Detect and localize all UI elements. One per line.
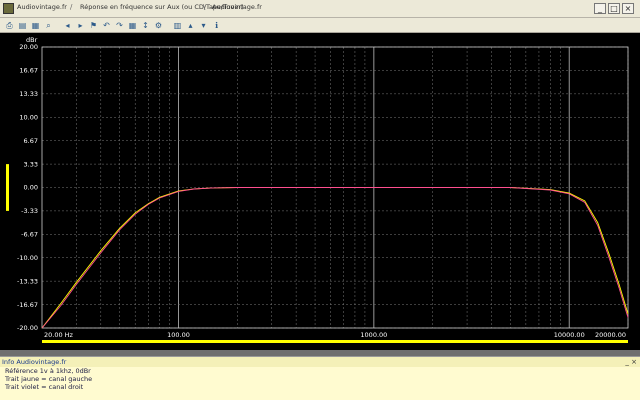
title-bar: Audiovintage.fr / Réponse en fréquence s… [0, 0, 640, 18]
chart-icon[interactable]: ▥ [172, 20, 183, 31]
channel-left-icon[interactable]: ▴ [185, 20, 196, 31]
info-panel: Info Audiovintage.fr _ × Référence 1v à … [0, 356, 640, 400]
x-tick-label: 1000.00 [360, 331, 387, 339]
y-tick-label: -16.67 [17, 301, 38, 309]
undo-icon[interactable]: ↶ [101, 20, 112, 31]
grid-icon[interactable]: ▦ [127, 20, 138, 31]
y-tick-label: 0.00 [24, 184, 38, 192]
toolbar: ⎙ ▤ ▦ ⌕ ◂ ▸ ⚑ ↶ ↷ ▦ ↕ ⚙ ▥ ▴ ▾ ℹ [0, 18, 640, 33]
scale-icon[interactable]: ↕ [140, 20, 151, 31]
y-tick-label: -13.33 [17, 277, 38, 285]
settings-icon[interactable]: ⚙ [153, 20, 164, 31]
y-tick-label: -6.67 [21, 231, 38, 239]
title-segment-1: Audiovintage.fr [17, 3, 67, 11]
x-tick-label: 20.00 Hz [44, 331, 74, 339]
y-tick-label: 3.33 [24, 160, 38, 168]
maximize-button[interactable]: □ [608, 3, 620, 14]
close-button[interactable]: × [622, 3, 634, 14]
redo-icon[interactable]: ↷ [114, 20, 125, 31]
y-tick-label: 13.33 [19, 90, 38, 98]
y-tick-label: -3.33 [21, 207, 38, 215]
y-tick-label: 20.00 [19, 43, 38, 51]
info-line-left-channel: Trait jaune = canal gauche [5, 375, 93, 383]
minimize-button[interactable]: _ [594, 3, 606, 14]
y-tick-label: -20.00 [17, 324, 38, 332]
app-icon [3, 3, 14, 14]
marker-icon[interactable]: ⚑ [88, 20, 99, 31]
x-tick-label: 10000.00 [554, 331, 585, 339]
x-tick-label: 100.00 [167, 331, 190, 339]
y-tick-label: 6.67 [24, 137, 38, 145]
channel-right-icon[interactable]: ▾ [198, 20, 209, 31]
cursor-right-icon[interactable]: ▸ [75, 20, 86, 31]
info-line-reference: Référence 1v à 1khz, 0dBr [5, 367, 91, 375]
info-title: Info Audiovintage.fr [2, 358, 67, 366]
y-tick-label: 10.00 [19, 113, 38, 121]
info-icon[interactable]: ℹ [211, 20, 222, 31]
y-tick-label: -10.00 [17, 254, 38, 262]
title-separator-1: / [70, 3, 73, 11]
open-icon[interactable]: ▦ [30, 20, 41, 31]
x-tick-label: 20000.00 [595, 331, 626, 339]
info-header: Info Audiovintage.fr _ × [0, 357, 640, 367]
level-marker [6, 164, 9, 211]
zoom-icon[interactable]: ⌕ [43, 20, 54, 31]
print-icon[interactable]: ⎙ [4, 20, 15, 31]
x-scroll-bar[interactable] [42, 340, 628, 343]
info-line-right-channel: Trait violet = canal droit [5, 383, 84, 391]
save-icon[interactable]: ▤ [17, 20, 28, 31]
y-tick-label: 16.67 [19, 67, 38, 75]
title-separator-2: \ [203, 3, 206, 11]
info-close-icon[interactable]: _ × [625, 357, 637, 367]
title-segment-3: Audiovintage.fr [212, 3, 262, 11]
frequency-response-chart: dBr 20.00 16.67 13.33 10.00 6.67 3.33 0.00 -3.3… [0, 33, 640, 350]
chart-svg: dBr 20.0016.6713.3310.006.673.330.00-3.3… [6, 36, 629, 343]
cursor-left-icon[interactable]: ◂ [62, 20, 73, 31]
